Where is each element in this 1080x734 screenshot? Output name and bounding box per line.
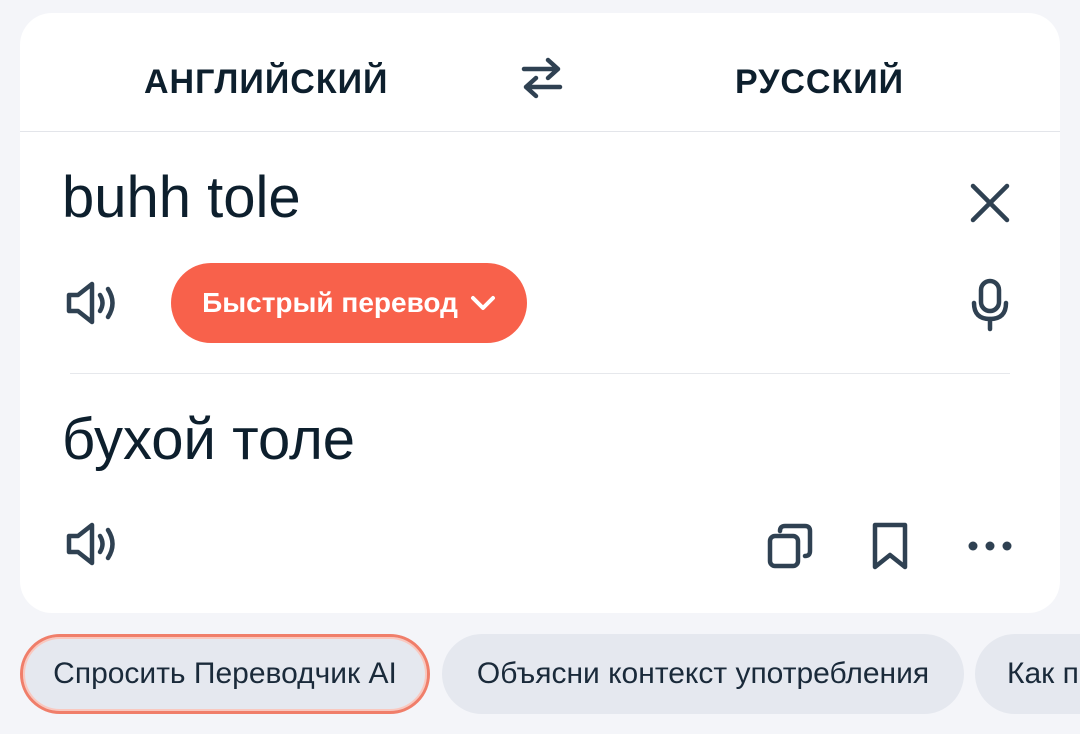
translation-mode-button[interactable]: Быстрый перевод — [171, 263, 527, 343]
target-speak-button[interactable] — [60, 516, 124, 572]
speaker-icon — [66, 281, 115, 325]
source-speak-button[interactable] — [60, 275, 124, 331]
suggestion-chips: Спросить Переводчик AI Объясни контекст … — [20, 634, 1080, 714]
source-text-input[interactable]: buhh tole — [62, 163, 301, 233]
translation-mode-label: Быстрый перевод — [202, 287, 458, 318]
copy-button[interactable] — [760, 516, 820, 576]
voice-input-button[interactable] — [962, 275, 1018, 335]
translator-card: АНГЛИЙСКИЙ РУССКИЙ buhh tole Быстрый пер… — [20, 13, 1060, 613]
more-dots-icon — [968, 541, 1012, 551]
close-icon — [970, 183, 1010, 223]
chevron-down-icon — [470, 296, 495, 310]
target-language-button[interactable]: РУССКИЙ — [735, 63, 904, 102]
how-chip[interactable]: Как п — [975, 634, 1080, 714]
clear-button[interactable] — [960, 175, 1020, 231]
bookmark-button[interactable] — [860, 516, 920, 576]
translation-result: бухой толе — [62, 407, 356, 472]
explain-context-chip[interactable]: Объясни контекст употребления — [442, 634, 964, 714]
swap-arrows-icon — [521, 57, 563, 99]
speaker-icon — [66, 522, 115, 566]
ask-ai-chip[interactable]: Спросить Переводчик AI — [20, 634, 430, 714]
more-options-button[interactable] — [960, 516, 1020, 576]
microphone-icon — [971, 278, 1009, 332]
source-language-button[interactable]: АНГЛИЙСКИЙ — [144, 63, 388, 102]
swap-languages-button[interactable] — [514, 49, 570, 105]
copy-icon — [767, 523, 813, 569]
section-divider — [70, 373, 1010, 374]
header-divider — [20, 131, 1060, 132]
bookmark-icon — [872, 522, 908, 570]
